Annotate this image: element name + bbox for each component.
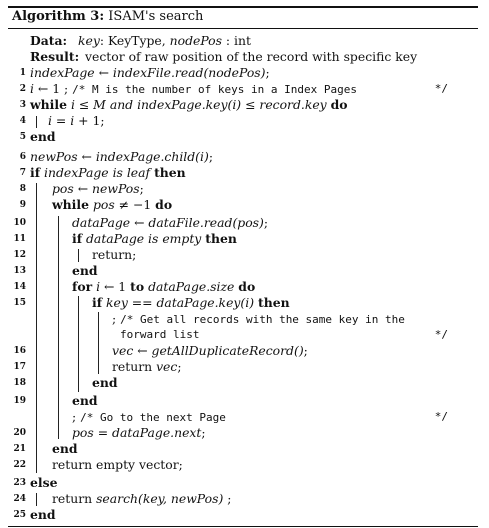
data-line: Data: key: KeyType, nodePos : int [8, 33, 478, 49]
line-text: while i ≤ M and indexPage.key(i) ≤ recor… [30, 97, 348, 112]
indent-bar-if-leaf [36, 183, 37, 473]
line-number: 22 [13, 460, 26, 470]
code-line: 25 end [8, 507, 478, 523]
line-number: 23 [13, 478, 26, 488]
line-text: if dataPage is empty then [72, 231, 237, 246]
indent-bar-while-pos [58, 216, 59, 439]
line-text: return vec; [112, 359, 182, 374]
indent-bar-if-key [98, 312, 99, 374]
indent-bar-if-empty [78, 249, 79, 262]
line-number: 1 [19, 68, 26, 78]
line-text: forward list [120, 328, 200, 341]
line-number: 10 [13, 218, 26, 228]
line-text: if key == dataPage.key(i) then [92, 295, 290, 310]
line-text: end [92, 375, 118, 390]
code-line: 19 end [8, 393, 478, 409]
line-number: 20 [13, 428, 26, 438]
line-text: end [72, 263, 98, 278]
line-text: return; [92, 247, 137, 262]
code-line: 13 end [8, 263, 478, 279]
line-text: pos ← newPos; [52, 181, 144, 196]
line-text: return empty vector; [52, 457, 183, 472]
line-text: i ← 1 ; /* M is the number of keys in a … [30, 81, 357, 96]
line-text: vec ← getAllDuplicateRecord(); [112, 343, 308, 358]
line-number: 12 [13, 250, 26, 260]
line-number: 18 [13, 378, 26, 388]
line-text: ; /* Get all records with the same key i… [112, 311, 405, 326]
code-line: 11 if dataPage is empty then [8, 231, 478, 247]
code-line: ; /* Go to the next Page */ [8, 409, 478, 425]
algorithm-label: Algorithm 3: [12, 9, 105, 24]
comment-end: */ [434, 328, 448, 341]
indent-bar-for [78, 296, 79, 392]
line-number: 15 [13, 298, 26, 308]
line-number: 19 [13, 396, 26, 406]
line-number: 25 [13, 510, 26, 520]
line-text: end [30, 129, 56, 144]
comment-end: */ [434, 410, 448, 423]
code-line: 7 if indexPage is leaf then [8, 165, 478, 181]
line-text: newPos ← indexPage.child(i); [30, 149, 214, 164]
code-line: 22 return empty vector; [8, 457, 478, 473]
code-line: 20 pos = dataPage.next; [8, 425, 478, 441]
code-line: 2 i ← 1 ; /* M is the number of keys in … [8, 81, 478, 97]
line-text: ; /* Go to the next Page [72, 409, 226, 424]
line-text: i = i + 1; [48, 113, 105, 128]
top-rule [8, 6, 478, 8]
bottom-rule [8, 526, 478, 527]
comment-end: */ [434, 82, 448, 95]
indent-bar-while [36, 116, 37, 128]
algorithm-name: ISAM's search [108, 9, 204, 24]
indent-bar-else [36, 493, 37, 506]
line-text: else [30, 475, 58, 490]
line-number: 5 [19, 132, 26, 142]
line-number: 4 [19, 116, 26, 126]
line-number: 11 [13, 234, 26, 244]
line-number: 7 [19, 168, 26, 178]
code-line: 9 while pos ≠ −1 do [8, 197, 478, 213]
line-number: 2 [19, 84, 26, 94]
line-number: 6 [19, 152, 26, 162]
result-line: Result: vector of raw position of the re… [8, 49, 478, 65]
code-line: 14 for i ← 1 to dataPage.size do [8, 279, 478, 295]
code-line: 5 end [8, 129, 478, 145]
code-line: 24 return search(key, newPos) ; [8, 491, 478, 507]
data-body: key: KeyType, nodePos : int [78, 33, 251, 48]
code-line: 10 dataPage ← dataFile.read(pos); [8, 215, 478, 231]
line-text: end [30, 507, 56, 522]
code-line: 23 else [8, 475, 478, 491]
line-number: 9 [19, 200, 26, 210]
line-text: return search(key, newPos) ; [52, 491, 232, 506]
line-number: 16 [13, 346, 26, 356]
result-label: Result: [30, 49, 80, 64]
line-text: for i ← 1 to dataPage.size do [72, 279, 256, 294]
code-line: 21 end [8, 441, 478, 457]
title-rule [8, 28, 478, 29]
algorithm-box: Algorithm 3: ISAM's search Data: key: Ke… [8, 6, 478, 527]
line-number: 14 [13, 282, 26, 292]
line-text: end [52, 441, 78, 456]
line-text: end [72, 393, 98, 408]
line-text: indexPage ← indexFile.read(nodePos); [30, 65, 270, 80]
line-number: 8 [19, 184, 26, 194]
result-body: vector of raw position of the record wit… [85, 49, 418, 64]
line-text: pos = dataPage.next; [72, 425, 206, 440]
line-text: while pos ≠ −1 do [52, 197, 173, 212]
line-number: 3 [19, 100, 26, 110]
code-line: 1 indexPage ← indexFile.read(nodePos); [8, 65, 478, 81]
code-line: 8 pos ← newPos; [8, 181, 478, 197]
data-label: Data: [30, 33, 68, 48]
line-number: 24 [13, 494, 26, 504]
code-line: 6 newPos ← indexPage.child(i); [8, 149, 478, 165]
line-number: 21 [13, 444, 26, 454]
line-number: 17 [13, 362, 26, 372]
line-text: dataPage ← dataFile.read(pos); [72, 215, 269, 230]
code-line: 3 while i ≤ M and indexPage.key(i) ≤ rec… [8, 97, 478, 113]
line-number: 13 [13, 266, 26, 276]
code-line: 4 i = i + 1; [8, 113, 478, 129]
line-text: if indexPage is leaf then [30, 165, 186, 180]
algorithm-title: Algorithm 3: ISAM's search [12, 9, 203, 25]
